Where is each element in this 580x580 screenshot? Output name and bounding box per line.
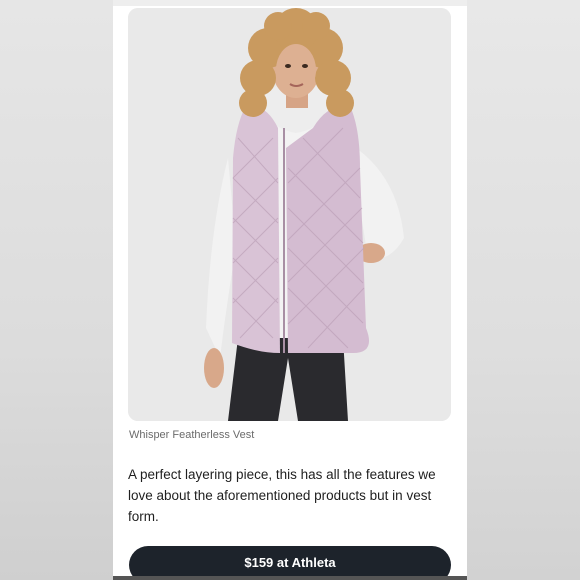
product-description: A perfect layering piece, this has all t… — [128, 467, 436, 524]
background-left — [0, 0, 113, 580]
buy-button[interactable]: $159 at Athleta — [129, 546, 451, 580]
card-top-strip — [113, 0, 467, 6]
product-photo[interactable] — [128, 8, 451, 421]
product-caption: Whisper Featherless Vest — [129, 429, 255, 441]
background-right — [467, 0, 580, 580]
model-illustration — [128, 8, 451, 421]
bottom-edge-bar — [113, 576, 467, 580]
product-card: Whisper Featherless Vest A perfect layer… — [113, 0, 467, 580]
